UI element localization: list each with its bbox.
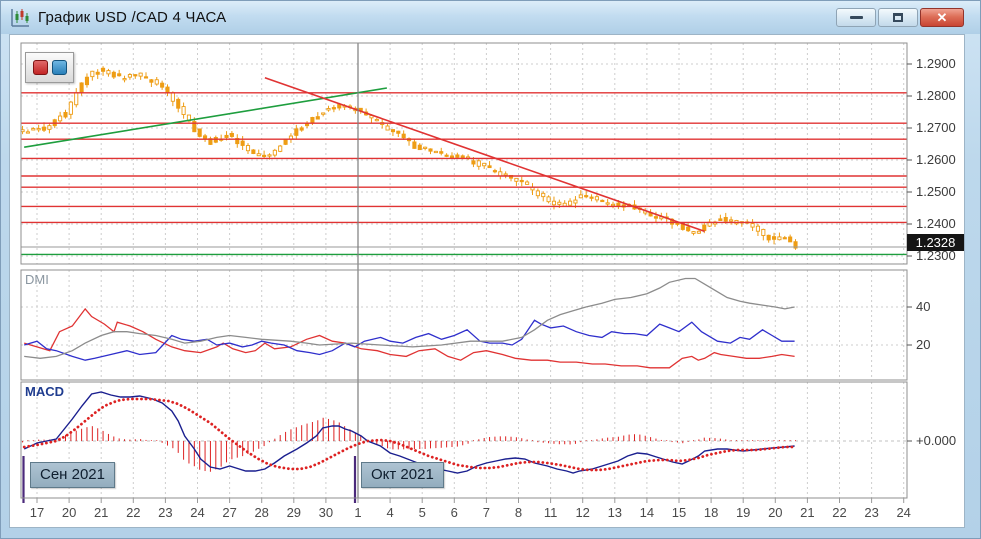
minimize-button[interactable]	[836, 8, 876, 27]
trendline-red-descending	[265, 78, 705, 232]
panel-borders	[21, 43, 907, 498]
minimize-icon	[850, 16, 863, 19]
current-price-tag: 1.2328	[907, 234, 964, 251]
series-toggle-toolbar	[25, 52, 74, 83]
window-controls: ✕	[836, 8, 964, 27]
titlebar[interactable]: График USD /CAD 4 ЧАСА ✕	[1, 1, 980, 34]
blue-series-toggle-button[interactable]	[52, 60, 67, 75]
axis-tick-marks	[37, 64, 912, 503]
month-marker-october: Окт 2021	[361, 462, 444, 488]
restore-button[interactable]	[878, 8, 918, 27]
restore-icon	[893, 13, 903, 22]
application-window: График USD /CAD 4 ЧАСА ✕ DMI MACD Сен 20…	[0, 0, 981, 539]
window-title: График USD /CAD 4 ЧАСА	[38, 9, 226, 26]
candlestick-chart-icon	[9, 7, 31, 29]
dmi-di-red	[24, 309, 794, 368]
red-series-toggle-button[interactable]	[33, 60, 48, 75]
close-icon: ✕	[937, 11, 948, 24]
chart-canvas[interactable]	[1, 1, 981, 539]
month-marker-september: Сен 2021	[30, 462, 115, 488]
close-button[interactable]: ✕	[920, 8, 964, 27]
